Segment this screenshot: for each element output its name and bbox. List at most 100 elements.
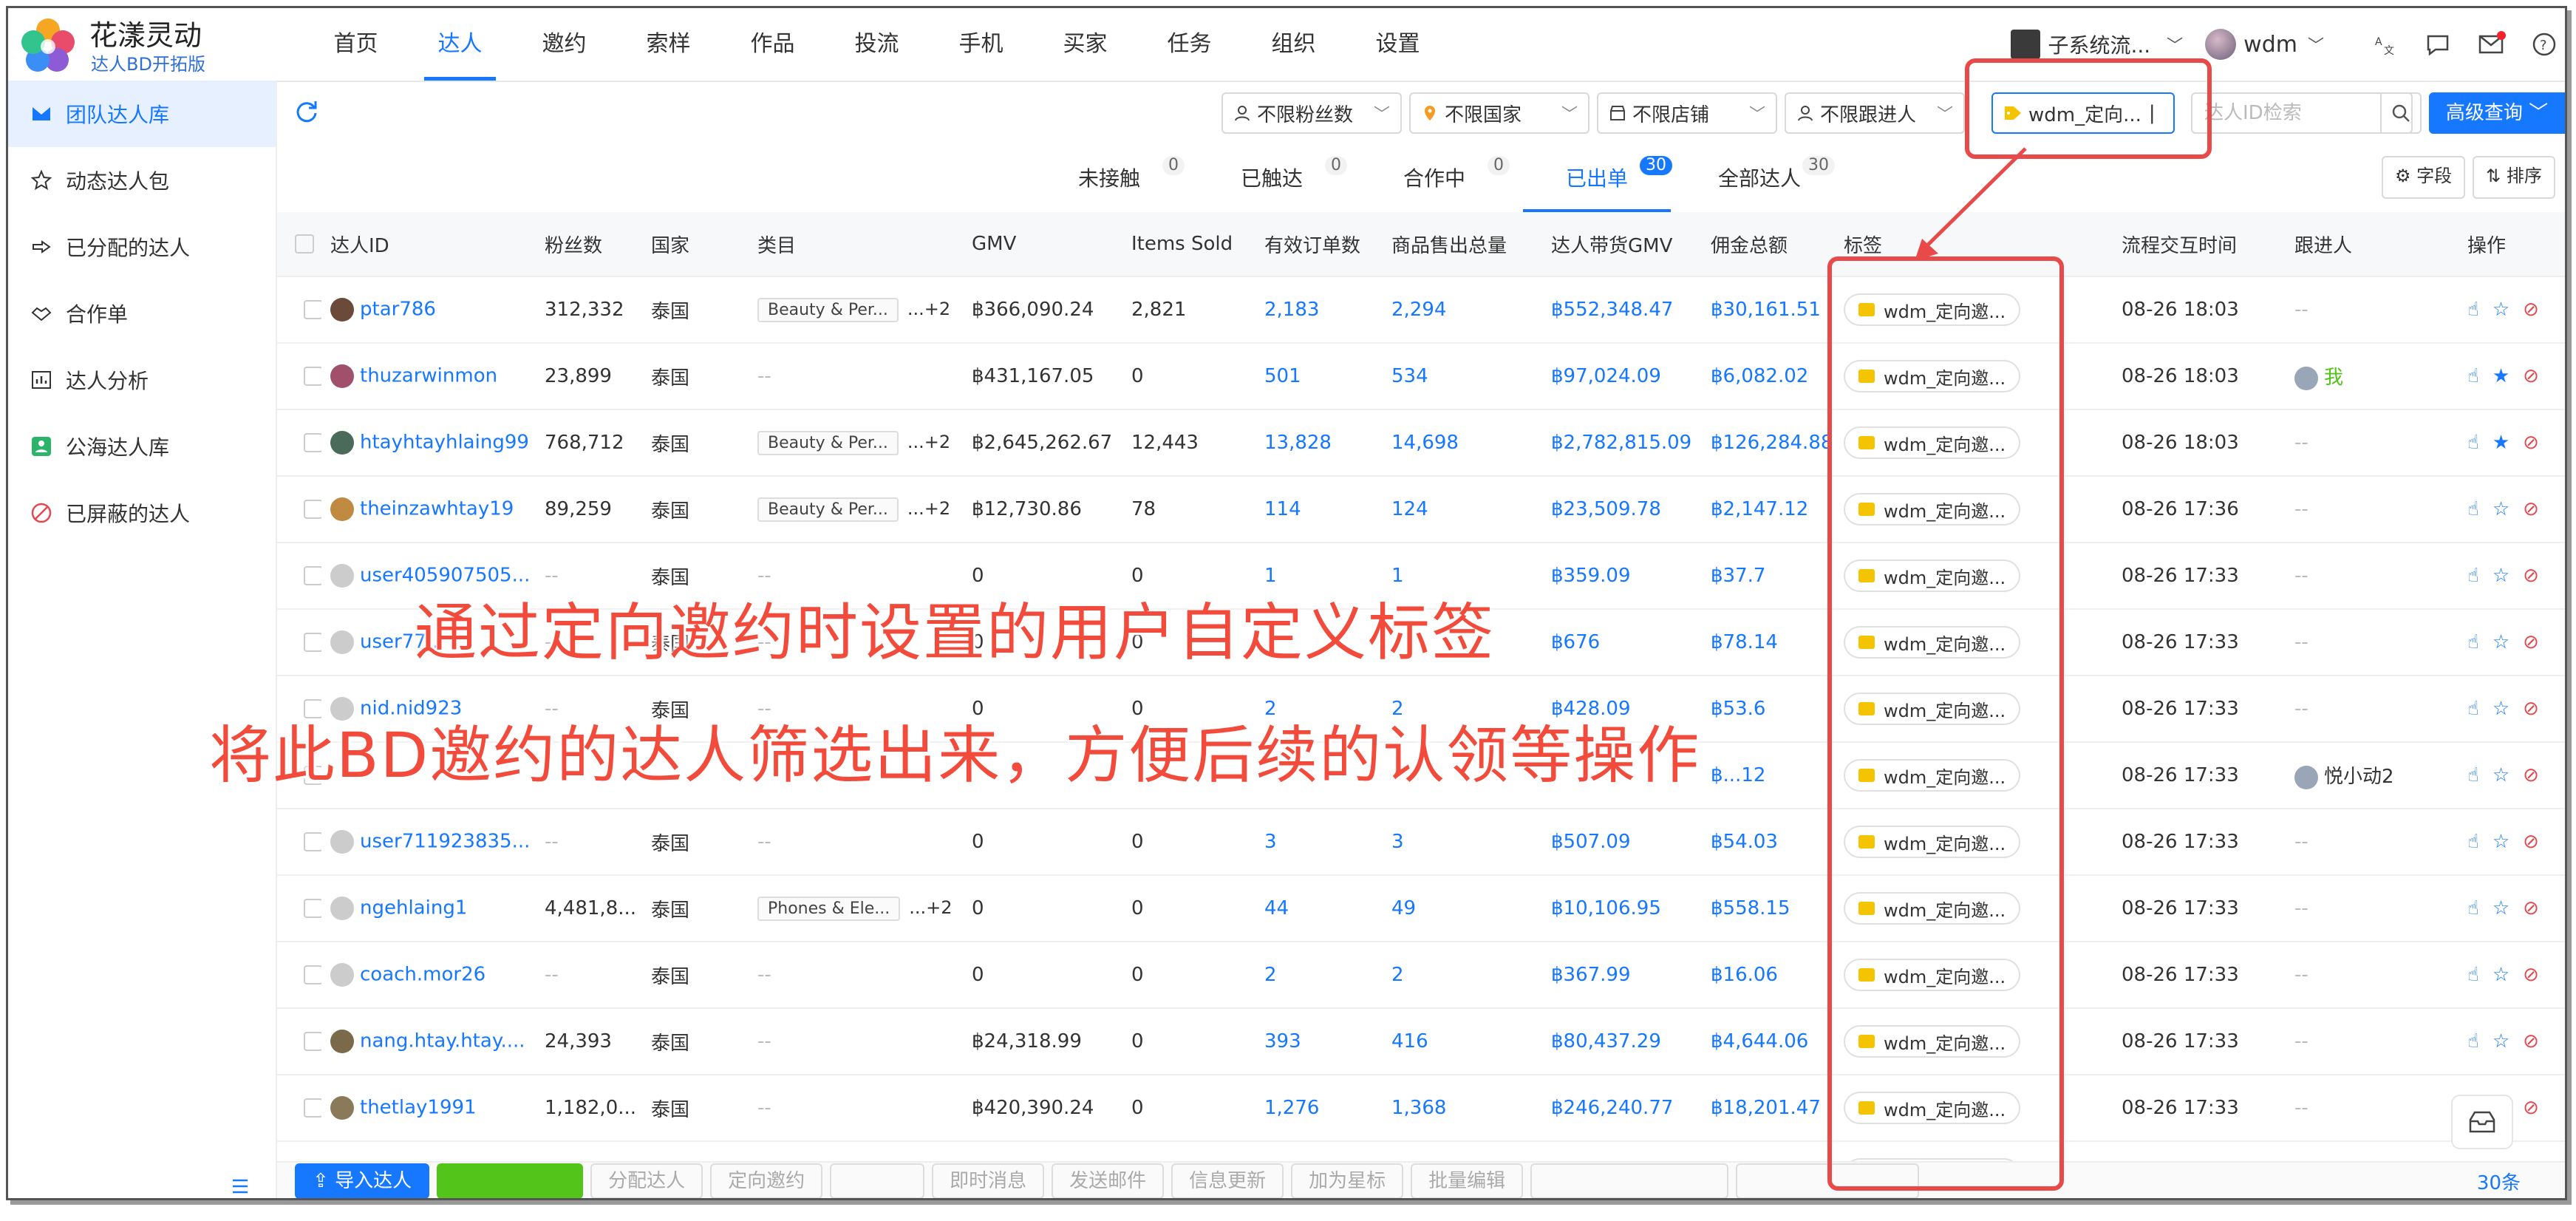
qty-value[interactable]: 14,698 — [1391, 432, 1459, 454]
creator-id-link[interactable]: theinzawhtay19 — [360, 498, 514, 520]
creator-id-link[interactable]: thuzarwinmon — [360, 365, 497, 387]
select-all-checkbox[interactable] — [295, 234, 314, 254]
follower-filter[interactable]: 不限跟进人 ﹀ — [1785, 92, 1965, 134]
col-header[interactable]: 类目 — [749, 231, 963, 258]
orders-value[interactable]: 1,276 — [1264, 1097, 1319, 1119]
subsystem-switcher[interactable]: 子系统流... ﹀ — [2011, 30, 2183, 59]
send-email-button[interactable]: 发送邮件 — [1052, 1163, 1165, 1198]
sort-button[interactable]: ⇅ 排序 — [2473, 156, 2555, 199]
claim-icon[interactable]: ☝ — [2467, 299, 2479, 321]
qty-value[interactable]: 3 — [1391, 831, 1404, 853]
creator-gmv-value[interactable]: ฿552,348.47 — [1551, 299, 1673, 321]
claim-icon[interactable]: ☝ — [2467, 631, 2479, 653]
col-header[interactable]: 国家 — [642, 231, 749, 258]
creator-id-link[interactable]: htayhtayhlaing99 — [360, 432, 529, 454]
row-checkbox[interactable] — [304, 899, 321, 918]
commission-value[interactable]: ฿2,147.12 — [1711, 498, 1808, 520]
batch-action-button[interactable] — [1530, 1163, 1729, 1198]
table-row[interactable]: user711923835... -- 泰国 -- 0 0 3 3 ฿507.09 ฿54.03 w… — [277, 809, 2565, 876]
sidebar-item-public-pool[interactable]: 公海达人库 — [8, 413, 276, 480]
creator-id-link[interactable]: ptar786 — [360, 299, 436, 321]
commission-value[interactable]: ฿53.6 — [1711, 698, 1765, 720]
nav-samples[interactable]: 索样 — [616, 8, 720, 81]
row-checkbox[interactable] — [304, 300, 321, 319]
fans-filter[interactable]: 不限粉丝数 ﹀ — [1221, 92, 1402, 134]
orders-value[interactable]: 114 — [1264, 498, 1301, 520]
commission-value[interactable]: ฿18,201.47 — [1711, 1097, 1821, 1119]
category-more[interactable]: ...+2 — [907, 498, 950, 519]
star-icon[interactable]: ☆ — [2492, 498, 2509, 520]
orders-value[interactable]: 393 — [1264, 1030, 1301, 1052]
country-filter[interactable]: 不限国家 ﹀ — [1409, 92, 1589, 134]
qty-value[interactable]: 1,368 — [1391, 1097, 1446, 1119]
row-checkbox[interactable] — [304, 1098, 321, 1118]
creator-id-link[interactable]: ngehlaing1 — [360, 897, 467, 919]
collapse-menu-icon[interactable] — [230, 1176, 251, 1198]
qty-value[interactable]: 534 — [1391, 365, 1428, 387]
qty-value[interactable]: 49 — [1391, 897, 1416, 919]
nav-tasks[interactable]: 任务 — [1137, 8, 1241, 81]
star-icon[interactable]: ☆ — [2492, 299, 2509, 321]
creator-id-link[interactable]: nang.htay.htay.... — [360, 1030, 525, 1052]
commission-value[interactable]: ฿37.7 — [1711, 565, 1765, 587]
block-icon[interactable]: ⊘ — [2523, 1097, 2539, 1119]
block-icon[interactable]: ⊘ — [2523, 565, 2539, 587]
table-row[interactable]: nang.htay.htay.... 24,393 泰国 -- ฿24,318.99 0 3… — [277, 1009, 2565, 1075]
user-menu[interactable]: wdm ﹀ — [2205, 29, 2324, 60]
col-header[interactable]: 跟进人 — [2286, 231, 2459, 258]
claim-icon[interactable]: ☝ — [2467, 432, 2479, 454]
col-header[interactable]: 粉丝数 — [536, 231, 642, 258]
batch-action-button[interactable] — [830, 1163, 925, 1198]
nav-phone[interactable]: 手机 — [929, 8, 1033, 81]
creator-id-link[interactable]: thetlay1991 — [360, 1097, 477, 1119]
assign-creators-button[interactable]: 分配达人 — [590, 1163, 703, 1198]
targeted-invite-button[interactable]: 定向邀约 — [710, 1163, 823, 1198]
block-icon[interactable]: ⊘ — [2523, 764, 2539, 786]
claim-icon[interactable]: ☝ — [2467, 565, 2479, 587]
col-header[interactable]: 商品售出总量 — [1383, 231, 1542, 258]
commission-value[interactable]: ฿4,644.06 — [1711, 1030, 1808, 1052]
chat-icon[interactable] — [2423, 30, 2453, 59]
star-icon[interactable]: ☆ — [2492, 631, 2509, 653]
sidebar-item-team-library[interactable]: 团队达人库 — [8, 81, 276, 147]
block-icon[interactable]: ⊘ — [2523, 432, 2539, 454]
nav-home[interactable]: 首页 — [304, 8, 408, 81]
claim-icon[interactable]: ☝ — [2467, 764, 2479, 786]
star-icon[interactable]: ☆ — [2492, 831, 2509, 853]
tab-all-creators[interactable]: 全部达人 30 — [1678, 146, 1841, 212]
col-header[interactable]: 达人ID — [321, 231, 536, 258]
table-row[interactable]: coach.mor26 -- 泰国 -- 0 0 2 2 ฿367.99 ฿16.06 wdm_定向… — [277, 942, 2565, 1009]
add-star-button[interactable]: 加为星标 — [1291, 1163, 1404, 1198]
creator-gmv-value[interactable]: ฿23,509.78 — [1551, 498, 1661, 520]
row-checkbox[interactable] — [304, 633, 321, 652]
block-icon[interactable]: ⊘ — [2523, 365, 2539, 387]
star-icon[interactable]: ☆ — [2492, 764, 2509, 786]
sidebar-item-assigned[interactable]: 已分配的达人 — [8, 214, 276, 280]
claim-icon[interactable]: ☝ — [2467, 1030, 2479, 1052]
update-info-button[interactable]: 信息更新 — [1171, 1163, 1284, 1198]
orders-value[interactable]: 44 — [1264, 897, 1289, 919]
sidebar-item-dynamic-pack[interactable]: 动态达人包 — [8, 147, 276, 214]
orders-value[interactable]: 2,183 — [1264, 299, 1319, 321]
category-more[interactable]: ...+2 — [907, 299, 950, 319]
orders-value[interactable]: 2 — [1264, 964, 1277, 986]
creator-gmv-value[interactable]: ฿2,782,815.09 — [1551, 432, 1691, 454]
nav-org[interactable]: 组织 — [1241, 8, 1346, 81]
creator-gmv-value[interactable]: ฿359.09 — [1551, 565, 1631, 587]
star-icon[interactable]: ☆ — [2492, 1030, 2509, 1052]
nav-buyers[interactable]: 买家 — [1033, 8, 1137, 81]
creator-gmv-value[interactable]: ฿80,437.29 — [1551, 1030, 1661, 1052]
creator-gmv-value[interactable]: ฿10,106.95 — [1551, 897, 1661, 919]
table-row[interactable]: theinzawhtay19 89,259 泰国 Beauty & Per......… — [277, 477, 2565, 543]
table-row[interactable]: ngehlaing1 4,481,8... 泰国 Phones & Ele......… — [277, 876, 2565, 942]
search-input[interactable]: 达人ID检索 — [2191, 92, 2413, 134]
batch-edit-button[interactable]: 批量编辑 — [1411, 1163, 1524, 1198]
sidebar-item-cooperation[interactable]: 合作单 — [8, 280, 276, 347]
creator-gmv-value[interactable]: ฿97,024.09 — [1551, 365, 1661, 387]
block-icon[interactable]: ⊘ — [2523, 964, 2539, 986]
claim-icon[interactable]: ☝ — [2467, 698, 2479, 720]
tab-cooperating[interactable]: 合作中 0 — [1353, 146, 1516, 212]
commission-value[interactable]: ฿54.03 — [1711, 831, 1778, 853]
commission-value[interactable]: ฿6,082.02 — [1711, 365, 1808, 387]
row-checkbox[interactable] — [304, 367, 321, 386]
